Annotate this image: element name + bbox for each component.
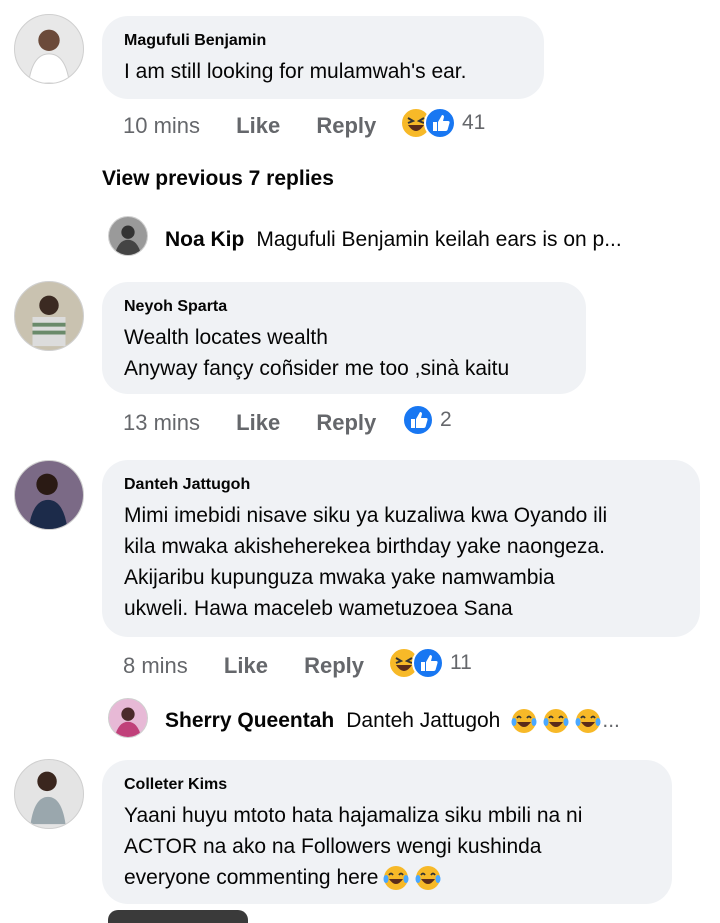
comment-text: I am still looking for mulamwah's ear. [124, 60, 467, 83]
reaction-count: 41 [462, 111, 486, 134]
reply-author[interactable]: Noa Kip [165, 228, 244, 252]
tears-of-joy-icon [383, 866, 409, 891]
comment-meta: 13 mins Like Reply [123, 410, 376, 436]
reaction-summary[interactable]: 41 [400, 107, 485, 139]
reply-button[interactable]: Reply [316, 410, 376, 436]
reply-ellipsis: ... [602, 709, 620, 732]
comment-text-content: Yaani huyu mtoto hata hajamaliza siku mb… [124, 804, 583, 889]
comment-text: Mimi imebidi nisave siku ya kuzaliwa kwa… [124, 504, 608, 620]
reply-snippet: Danteh Jattugoh [346, 709, 501, 732]
like-button[interactable]: Like [236, 410, 280, 436]
avatar[interactable] [14, 281, 84, 351]
reply-snippet: Magufuli Benjamin keilah ears is on p... [256, 228, 622, 251]
tears-of-joy-icon [511, 709, 537, 733]
like-button[interactable]: Like [224, 653, 268, 679]
comment-bubble: Neyoh Sparta Wealth locates wealth Anywa… [102, 282, 586, 394]
avatar[interactable] [108, 698, 148, 738]
comment-text: Wealth locates wealth Anyway fançy coñsi… [124, 326, 510, 380]
avatar[interactable] [108, 216, 148, 256]
reply-preview[interactable]: Sherry Queentah Danteh Jattugoh ... [165, 707, 620, 735]
reaction-count: 2 [440, 408, 452, 431]
reply-button[interactable]: Reply [304, 653, 364, 679]
like-icon [402, 404, 434, 436]
comment-bubble: Colleter Kims Yaani huyu mtoto hata haja… [102, 760, 672, 904]
comment-meta: 8 mins Like Reply [123, 653, 364, 679]
like-button[interactable]: Like [236, 113, 280, 139]
tears-of-joy-icon [543, 709, 569, 733]
reaction-count: 11 [450, 651, 472, 674]
comment-author[interactable]: Magufuli Benjamin [124, 32, 522, 50]
reaction-summary[interactable]: 2 [402, 404, 452, 436]
like-icon [424, 107, 456, 139]
comment-author[interactable]: Danteh Jattugoh [124, 476, 678, 494]
reply-button[interactable]: Reply [316, 113, 376, 139]
comment-text: Yaani huyu mtoto hata hajamaliza siku mb… [124, 800, 650, 893]
avatar[interactable] [14, 460, 84, 530]
reaction-summary[interactable]: 11 [388, 647, 472, 679]
avatar[interactable] [14, 759, 84, 829]
like-icon [412, 647, 444, 679]
comment-bubble: Magufuli Benjamin I am still looking for… [102, 16, 544, 99]
comment-author[interactable]: Colleter Kims [124, 776, 650, 794]
view-previous-replies[interactable]: View previous 7 replies [102, 167, 334, 191]
comment-time[interactable]: 13 mins [123, 410, 200, 436]
tears-of-joy-icon [575, 709, 601, 733]
reply-author[interactable]: Sherry Queentah [165, 709, 334, 733]
comment-meta: 10 mins Like Reply [123, 113, 376, 139]
reply-preview[interactable]: Noa Kip Magufuli Benjamin keilah ears is… [165, 228, 622, 252]
comment-author[interactable]: Neyoh Sparta [124, 298, 564, 316]
avatar[interactable] [14, 14, 84, 84]
comment-time[interactable]: 8 mins [123, 653, 188, 679]
comment-bubble: Danteh Jattugoh Mimi imebidi nisave siku… [102, 460, 700, 637]
tears-of-joy-icon [415, 866, 441, 891]
comment-time[interactable]: 10 mins [123, 113, 200, 139]
next-comment-thumbnail[interactable] [108, 910, 248, 923]
